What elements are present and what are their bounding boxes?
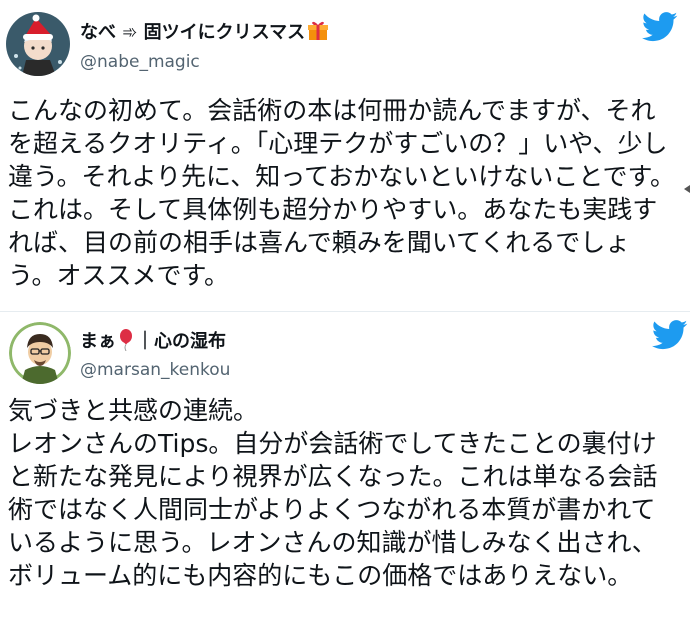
tweet-card-2: まぁ ｜心の湿布 @marsan_kenkou 気づきと共感の連続。 レオンさん… [0,312,690,632]
display-name-suffix: ｜心の湿布 [136,331,226,352]
display-name-text: まぁ [80,331,116,352]
tweet-text: 気づきと共感の連続。 レオンさんのTips。自分が会話術でしてきたことの裏付けと… [8,396,658,590]
avatar[interactable] [9,322,71,384]
avatar-image [6,12,70,76]
avatar-image [9,322,71,384]
handle[interactable]: @nabe_magic [80,52,200,72]
tweet-card-1: なべ ➾ 固ツイにクリスマス @nabe_magic こんなの初めて。会話術の本… [0,0,690,312]
scrollbar-arrow-icon[interactable] [684,180,690,193]
gift-icon [307,19,329,47]
handle[interactable]: @marsan_kenkou [80,360,230,380]
balloon-icon [118,329,134,357]
avatar[interactable] [6,12,70,76]
twitter-bird-icon[interactable] [641,12,678,42]
twitter-bird-icon[interactable] [651,320,688,350]
display-name[interactable]: まぁ ｜心の湿布 [80,329,226,357]
display-name[interactable]: なべ ➾ 固ツイにクリスマス [80,19,329,47]
tweet-text: こんなの初めて。会話術の本は何冊か読んでますが、それを超えるクオリティ。「心理テ… [8,96,676,290]
display-name-text: なべ ➾ 固ツイにクリスマス [80,22,306,43]
